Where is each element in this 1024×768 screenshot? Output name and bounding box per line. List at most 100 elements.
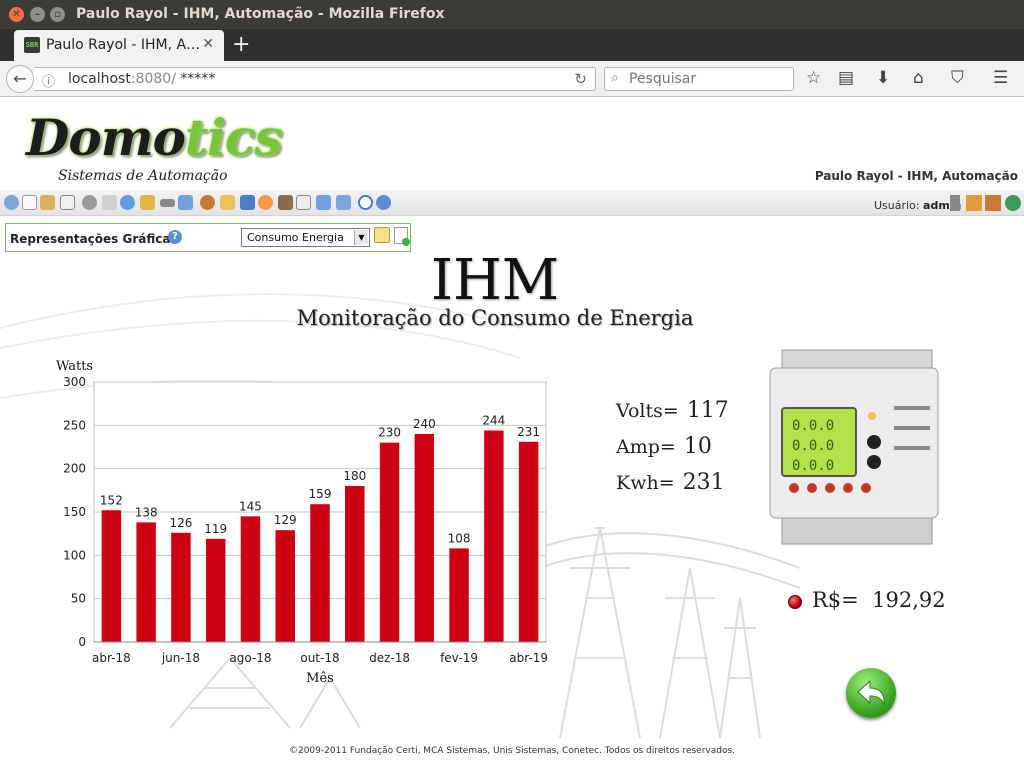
- record-icon[interactable]: [358, 195, 373, 210]
- bar: [379, 442, 400, 642]
- help-icon[interactable]: [376, 195, 391, 210]
- user-icon[interactable]: [200, 195, 215, 210]
- bar-data-label: 244: [482, 414, 505, 428]
- y-tick-label: 300: [63, 375, 86, 389]
- back-button[interactable]: ←: [6, 65, 34, 93]
- footer-copyright: ©2009-2011 Fundação Certi, MCA Sistemas,…: [288, 746, 736, 756]
- back-arrow-icon: [857, 679, 885, 706]
- domotics-logo: Domotics Sistemas de Automação: [26, 108, 283, 184]
- x-tick-label: dez-18: [369, 651, 410, 665]
- window-maximize-button[interactable]: ▫: [50, 7, 65, 22]
- settings-gear-icon[interactable]: [82, 195, 97, 210]
- bar-data-label: 145: [239, 499, 262, 513]
- window-minimize-button[interactable]: –: [30, 7, 45, 22]
- search-icon: ⌕: [611, 70, 619, 86]
- web-page: Domotics Sistemas de Automação Paulo Ray…: [0, 98, 1024, 768]
- rss-icon[interactable]: [258, 195, 273, 210]
- info-icon[interactable]: ⓘ: [42, 71, 55, 90]
- bar: [484, 430, 504, 642]
- usuario-info: Usuário: admin: [874, 199, 962, 212]
- x-tick-label: fev-19: [440, 651, 478, 665]
- view-icon[interactable]: [4, 195, 19, 210]
- bar: [518, 441, 539, 642]
- bookmark-star-icon[interactable]: ☆: [806, 68, 821, 88]
- graphs-label: Representações Gráficas: [10, 232, 178, 246]
- x-axis-label: Mês: [306, 671, 334, 686]
- home-page-icon[interactable]: [966, 195, 982, 211]
- clock-icon[interactable]: [120, 195, 135, 210]
- bar-data-label: 126: [169, 516, 192, 530]
- back-arrow-button[interactable]: [846, 668, 896, 718]
- bar: [275, 530, 295, 642]
- window-icon[interactable]: [296, 195, 311, 210]
- main-subtitle: Monitoração do Consumo de Energia: [296, 306, 694, 330]
- bar: [310, 504, 330, 642]
- reload-icon[interactable]: ↻: [574, 70, 587, 88]
- logo-subtitle: Sistemas de Automação: [58, 168, 228, 184]
- pocket-icon[interactable]: ⛉: [951, 68, 964, 88]
- tools-icon[interactable]: [278, 195, 293, 210]
- edit-graph-icon[interactable]: [374, 227, 390, 243]
- bar-data-label: 159: [309, 487, 332, 501]
- bar-data-label: 230: [378, 426, 401, 440]
- book-icon[interactable]: [240, 195, 255, 210]
- home-icon[interactable]: ⌂: [913, 68, 924, 88]
- y-tick-label: 150: [63, 505, 86, 519]
- bar: [171, 532, 191, 642]
- reading-amp: Amp= 10: [616, 434, 712, 459]
- bar: [136, 522, 156, 642]
- x-tick-label: abr-19: [509, 651, 548, 665]
- app-toolbar: Usuário: admin: [0, 190, 1024, 216]
- main-title: IHM: [430, 248, 560, 313]
- y-tick-label: 0: [78, 635, 86, 649]
- menu-icon[interactable]: ☰: [993, 68, 1008, 88]
- bar: [205, 538, 226, 642]
- download-icon[interactable]: ⬇: [876, 68, 890, 88]
- tab-active[interactable]: SBR Paulo Rayol - IHM, A… ✕: [14, 30, 224, 61]
- list-icon[interactable]: [60, 195, 75, 210]
- url-text[interactable]: localhost:8080/ *****: [68, 71, 215, 87]
- tab-close-icon[interactable]: ✕: [202, 36, 214, 52]
- tab-favicon-icon: SBR: [24, 37, 40, 53]
- edit-icon[interactable]: [40, 195, 55, 210]
- y-tick-label: 100: [63, 548, 86, 562]
- url-bar[interactable]: ⓘ localhost:8080/ ***** ↻: [34, 67, 596, 91]
- x-tick-label: jun-18: [161, 651, 200, 665]
- bar-data-label: 231: [517, 425, 540, 439]
- folder-icon[interactable]: [220, 195, 235, 210]
- search-box[interactable]: ⌕: [604, 67, 794, 91]
- home-exit-icon[interactable]: [985, 195, 1001, 211]
- status-led-icon: [788, 594, 802, 609]
- cost-reading: R$= 192,92: [788, 588, 946, 612]
- alarm-icon[interactable]: [140, 195, 155, 210]
- bar: [414, 434, 435, 642]
- graphs-help-icon[interactable]: ?: [168, 230, 182, 244]
- bar-data-label: 180: [343, 469, 366, 483]
- reading-volts: Volts= 117: [616, 398, 729, 423]
- search-input[interactable]: [629, 70, 789, 88]
- y-tick-label: 50: [71, 592, 86, 606]
- graph-select[interactable]: Consumo Energia ▼: [241, 228, 370, 247]
- bar: [240, 516, 261, 642]
- speaker-icon[interactable]: [950, 195, 960, 211]
- database-icon[interactable]: [102, 195, 117, 210]
- window-close-button[interactable]: ✕: [9, 7, 24, 22]
- window-titlebar: ✕ – ▫ Paulo Rayol - IHM, Automação - Moz…: [0, 0, 1024, 29]
- report-icon[interactable]: [178, 195, 193, 210]
- link-icon[interactable]: [160, 199, 175, 207]
- nav-bar: ← ⓘ localhost:8080/ ***** ↻ ⌕ ☆ ▤ ⬇ ⌂ ⛉ …: [0, 61, 1024, 97]
- svg-text:0.0.0: 0.0.0: [792, 438, 834, 454]
- y-tick-label: 200: [63, 462, 86, 476]
- reading-list-icon[interactable]: ▤: [838, 68, 854, 88]
- sync-icon[interactable]: [316, 195, 331, 210]
- new-document-icon[interactable]: [22, 195, 37, 210]
- new-tab-icon[interactable]: +: [232, 32, 250, 57]
- header-company: Paulo Rayol - IHM, Automação: [814, 169, 1018, 183]
- tab-bar: SBR Paulo Rayol - IHM, A… ✕ +: [0, 29, 1024, 61]
- window-title: Paulo Rayol - IHM, Automação - Mozilla F…: [76, 6, 445, 22]
- globe-icon[interactable]: [1005, 195, 1021, 211]
- add-graph-icon[interactable]: [394, 227, 410, 246]
- page-icon[interactable]: [336, 195, 351, 210]
- energy-meter-image: 0.0.0 0.0.0 0.0.0: [769, 349, 939, 545]
- y-tick-label: 250: [63, 418, 86, 432]
